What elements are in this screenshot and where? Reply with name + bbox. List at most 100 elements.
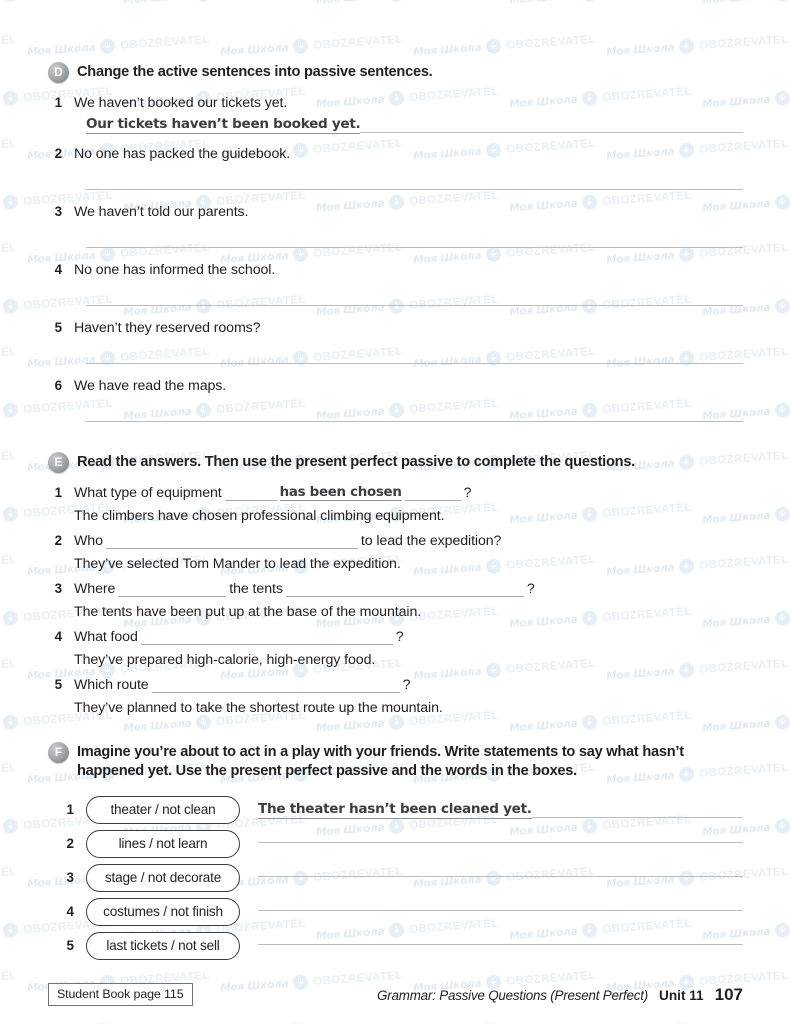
- question-row[interactable]: 5 Which route?: [48, 677, 743, 693]
- answer-rule: [531, 816, 743, 818]
- question-row[interactable]: 2 Who to lead the expedition?: [48, 533, 743, 549]
- answer-rule: [86, 421, 743, 422]
- question-lead: What type of equipment: [74, 485, 222, 501]
- exercise-badge-d: D: [48, 62, 69, 83]
- given-answer: They’ve prepared high-calorie, high-ener…: [74, 652, 376, 668]
- footer-right: Grammar: Passive Questions (Present Perf…: [377, 985, 743, 1005]
- question-row[interactable]: 4 What food?: [48, 629, 743, 645]
- given-answer-row: They’ve selected Tom Mander to lead the …: [48, 556, 743, 572]
- question-blank[interactable]: [151, 679, 400, 693]
- handwritten-answer: The theater hasn’t been cleaned yet.: [258, 800, 532, 819]
- answer-line[interactable]: [48, 247, 743, 249]
- unit-label: Unit 11: [659, 987, 704, 1003]
- page-number: 107: [714, 984, 743, 1004]
- answer-line[interactable]: [258, 842, 743, 844]
- word-box: costumes / not finish: [86, 897, 240, 926]
- answer-rule: [86, 247, 743, 248]
- handwritten-answer: Our tickets haven’t been booked yet.: [86, 116, 361, 134]
- answer-rule: [86, 305, 743, 306]
- answer-line[interactable]: [258, 876, 743, 878]
- question-tail: to lead the expedition?: [360, 533, 502, 549]
- question-row: 3 We haven’t told our parents.: [48, 204, 743, 220]
- question-row: 6 We have read the maps.: [48, 378, 743, 394]
- worksheet-page: D Change the active sentences into passi…: [0, 0, 791, 1024]
- item-number: 4: [66, 904, 74, 920]
- item-number: 5: [66, 938, 74, 954]
- item-number: 4: [54, 262, 62, 277]
- question-tail: ?: [463, 485, 472, 501]
- given-answer-row: The climbers have chosen professional cl…: [48, 508, 743, 524]
- item-prompt: We haven’t booked our tickets yet.: [74, 95, 288, 111]
- item-number: 1: [54, 95, 62, 110]
- question-row: 2 No one has packed the guidebook.: [48, 146, 743, 162]
- answer-line[interactable]: [48, 363, 743, 365]
- student-book-reference: Student Book page 115: [48, 983, 193, 1006]
- item-prompt: No one has informed the school.: [74, 262, 276, 278]
- item-number: 3: [54, 581, 62, 596]
- given-answer: They’ve planned to take the shortest rou…: [74, 700, 443, 716]
- exercise-e-header: E Read the answers. Then use the present…: [48, 452, 743, 473]
- item-prompt: We haven’t told our parents.: [74, 204, 249, 220]
- answer-line[interactable]: [48, 305, 743, 307]
- item-number: 2: [54, 533, 62, 548]
- item-number: 4: [54, 629, 62, 644]
- question-row[interactable]: 3 Where the tents?: [48, 581, 743, 597]
- question-blank-filled: has been chosen: [279, 485, 402, 501]
- word-box: theater / not clean: [86, 795, 240, 824]
- answer-line[interactable]: [48, 421, 743, 423]
- question-lead: What food: [74, 629, 138, 645]
- answer-rule: [86, 363, 743, 364]
- question-blank-first[interactable]: [118, 583, 227, 597]
- item-number: 5: [54, 320, 62, 335]
- question-lead: Who: [74, 533, 103, 549]
- given-answer: The tents have been put up at the base o…: [74, 604, 422, 620]
- question-lead: Which route: [74, 677, 149, 693]
- item-number: 2: [54, 146, 62, 161]
- word-box: stage / not decorate: [86, 863, 240, 892]
- question-mid: the tents: [229, 581, 283, 597]
- exercise-d-title: Change the active sentences into passive…: [77, 64, 433, 80]
- exercise-d: D Change the active sentences into passi…: [48, 0, 743, 423]
- question-blank-prefix[interactable]: [224, 487, 277, 501]
- answer-rule: [360, 132, 743, 133]
- answer-line[interactable]: [258, 944, 743, 946]
- word-box: last tickets / not sell: [86, 931, 240, 960]
- given-answer-row: The tents have been put up at the base o…: [48, 604, 743, 620]
- exercise-badge-f: F: [48, 742, 69, 763]
- word-box: lines / not learn: [86, 829, 240, 858]
- question-row: 4 No one has informed the school.: [48, 262, 743, 278]
- exercise-e: E Read the answers. Then use the present…: [48, 452, 743, 716]
- question-tail: ?: [526, 581, 535, 597]
- given-answer: The climbers have chosen professional cl…: [74, 508, 445, 524]
- answer-line[interactable]: The theater hasn’t been cleaned yet.: [258, 801, 743, 819]
- item-number: 1: [54, 485, 62, 500]
- question-tail: ?: [402, 677, 411, 693]
- box-row: 2 lines / not learn: [48, 829, 743, 858]
- question-blank-suffix[interactable]: [404, 487, 461, 501]
- question-row[interactable]: 1 What type of equipment has been chosen?: [48, 485, 743, 501]
- item-prompt: No one has packed the guidebook.: [74, 146, 291, 162]
- question-lead: Where: [74, 581, 116, 597]
- box-row: 1 theater / not clean The theater hasn’t…: [48, 795, 743, 824]
- exercise-f-title: Imagine you’re about to act in a play wi…: [77, 744, 684, 780]
- question-blank[interactable]: [105, 535, 358, 549]
- exercise-f: F Imagine you’re about to act in a play …: [48, 742, 743, 960]
- item-prompt: We have read the maps.: [74, 378, 227, 394]
- question-blank[interactable]: [140, 631, 393, 645]
- exercise-badge-e: E: [48, 452, 69, 473]
- given-answer: They’ve selected Tom Mander to lead the …: [74, 556, 401, 572]
- question-row: 5 Haven’t they reserved rooms?: [48, 320, 743, 336]
- question-blank-second[interactable]: [285, 583, 524, 597]
- exercise-e-title: Read the answers. Then use the present p…: [77, 454, 635, 470]
- grammar-topic: Grammar: Passive Questions (Present Perf…: [377, 987, 649, 1003]
- item-number: 3: [66, 870, 74, 886]
- answer-line[interactable]: [48, 189, 743, 191]
- given-answer-row: They’ve planned to take the shortest rou…: [48, 700, 743, 716]
- answer-line[interactable]: [258, 910, 743, 912]
- exercise-f-header: F Imagine you’re about to act in a play …: [48, 742, 743, 782]
- page-footer: Student Book page 115 Grammar: Passive Q…: [48, 983, 743, 1006]
- box-row: 4 costumes / not finish: [48, 897, 743, 926]
- item-prompt: Haven’t they reserved rooms?: [74, 320, 261, 336]
- box-row: 5 last tickets / not sell: [48, 931, 743, 960]
- answer-line[interactable]: Our tickets haven’t been booked yet.: [48, 116, 743, 134]
